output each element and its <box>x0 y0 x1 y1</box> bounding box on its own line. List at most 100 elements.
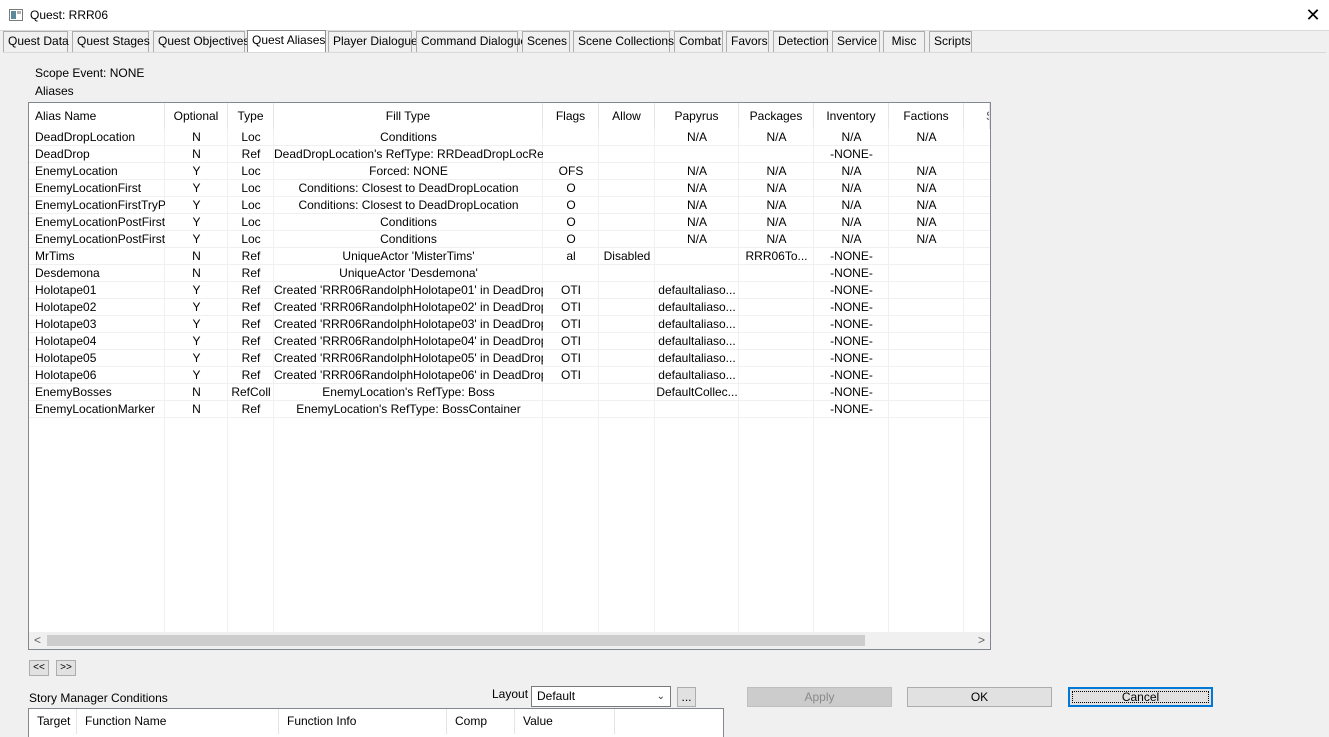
cell-papyrus <box>655 401 739 418</box>
cell-optional: Y <box>192 232 201 246</box>
cell-inventory: -NONE- <box>830 402 873 416</box>
scrollbar-thumb[interactable] <box>47 635 865 646</box>
previous-alias-button[interactable]: << <box>29 660 49 676</box>
col-header-flags[interactable]: Flags <box>543 103 599 129</box>
cell-factions <box>889 248 964 265</box>
table-row[interactable]: EnemyLocationPostFirst Y Loc Conditions O N/A… <box>29 214 990 231</box>
table-row[interactable]: Holotape01 Y Ref Created 'RRR06RandolphHolo… <box>29 282 990 299</box>
table-row[interactable]: EnemyLocationFirst Y Loc Conditions: Closes… <box>29 180 990 197</box>
table-row[interactable]: DeadDrop N Ref DeadDropLocation's RefType: … <box>29 146 990 163</box>
cell-type: Loc <box>241 181 261 195</box>
ok-button[interactable]: OK <box>907 687 1052 707</box>
tab-combat[interactable]: Combat <box>674 31 723 52</box>
cell-papyrus <box>655 248 739 265</box>
table-row[interactable]: Holotape04 Y Ref Created 'RRR06RandolphHolo… <box>29 333 990 350</box>
layout-browse-button[interactable]: ... <box>677 687 696 707</box>
cell-papyrus: N/A <box>686 232 707 246</box>
tab-misc[interactable]: Misc <box>883 31 925 52</box>
cell-factions <box>889 265 964 282</box>
cell-packages <box>739 401 814 418</box>
table-row[interactable]: MrTims N Ref UniqueActor 'MisterTims' al Disa… <box>29 248 990 265</box>
col-header-alias-name[interactable]: Alias Name <box>29 103 165 129</box>
cell-optional: Y <box>192 368 201 382</box>
cell-fill-type: Conditions: Closest to DeadDropLocation <box>298 181 519 195</box>
table-row[interactable]: EnemyBosses N RefColl EnemyLocation's RefTy… <box>29 384 990 401</box>
layout-select[interactable]: Default ⌄ <box>531 686 671 707</box>
cell-fill-type: Forced: NONE <box>369 164 448 178</box>
table-row[interactable]: EnemyLocationFirstTryP... Y Loc Conditions:… <box>29 197 990 214</box>
cancel-button[interactable]: Cancel <box>1068 687 1213 707</box>
cell-allow <box>599 367 655 384</box>
table-row[interactable]: EnemyLocationMarker N Ref EnemyLocation's R… <box>29 401 990 418</box>
cell-optional: Y <box>192 215 201 229</box>
cond-header-value[interactable]: Value <box>515 709 615 734</box>
close-button[interactable]: ✕ <box>1297 0 1329 31</box>
tab-scenes[interactable]: Scenes <box>522 31 570 52</box>
cell-packages <box>739 333 814 350</box>
window-title: Quest: RRR06 <box>30 8 109 22</box>
cell-flags <box>543 129 599 146</box>
table-row[interactable]: EnemyLocationPostFirst... Y Loc Conditions O… <box>29 231 990 248</box>
tab-detection[interactable]: Detection <box>773 31 829 52</box>
tab-service[interactable]: Service <box>832 31 880 52</box>
cell-inventory: -NONE- <box>830 317 873 331</box>
cell-alias-name: Holotape01 <box>35 283 97 297</box>
cell-flags: OTI <box>561 283 581 297</box>
scroll-left-arrow-icon[interactable]: < <box>29 632 46 649</box>
cell-type: Ref <box>241 334 261 348</box>
tab-favors[interactable]: Favors <box>726 31 769 52</box>
table-row[interactable]: Holotape03 Y Ref Created 'RRR06RandolphHolo… <box>29 316 990 333</box>
col-header-fill-type[interactable]: Fill Type <box>274 103 543 129</box>
aliases-label: Aliases <box>35 84 74 98</box>
col-header-allow[interactable]: Allow <box>599 103 655 129</box>
table-row[interactable]: Holotape02 Y Ref Created 'RRR06RandolphHolo… <box>29 299 990 316</box>
table-row[interactable]: DeadDropLocation N Loc Conditions N/A N/A N/A N… <box>29 129 990 146</box>
cell-alias-name: DeadDropLocation <box>35 130 136 144</box>
col-header-packages[interactable]: Packages <box>739 103 814 129</box>
table-row[interactable]: EnemyLocation Y Loc Forced: NONE OFS N/A N/A N/… <box>29 163 990 180</box>
scroll-right-arrow-icon[interactable]: > <box>973 632 990 649</box>
col-header-optional[interactable]: Optional <box>165 103 228 129</box>
col-header-factions[interactable]: Factions <box>889 103 964 129</box>
table-row[interactable]: Desdemona N Ref UniqueActor 'Desdemona' -NON… <box>29 265 990 282</box>
cell-flags: O <box>566 232 576 246</box>
apply-button[interactable]: Apply <box>747 687 892 707</box>
col-header-type[interactable]: Type <box>228 103 274 129</box>
cond-header-function-name[interactable]: Function Name <box>77 709 279 734</box>
tab-quest-objectives[interactable]: Quest Objectives <box>153 31 249 52</box>
horizontal-scrollbar[interactable]: < > <box>29 632 990 649</box>
cell-inventory: -NONE- <box>830 368 873 382</box>
cell-packages: N/A <box>766 232 787 246</box>
cell-factions: N/A <box>916 181 937 195</box>
tab-scripts[interactable]: Scripts <box>929 31 972 52</box>
cell-type: Ref <box>241 368 261 382</box>
cell-fill-type: EnemyLocation's RefType: BossContainer <box>296 402 521 416</box>
table-row[interactable]: Holotape05 Y Ref Created 'RRR06RandolphHolo… <box>29 350 990 367</box>
cell-alias-name: EnemyLocationFirst <box>35 181 142 195</box>
cond-header-comp[interactable]: Comp <box>447 709 515 734</box>
col-header-truncated[interactable]: S <box>964 103 990 129</box>
cell-type: Ref <box>241 147 261 161</box>
cell-allow <box>599 316 655 333</box>
cell-factions: N/A <box>916 130 937 144</box>
tab-quest-aliases[interactable]: Quest Aliases <box>247 30 326 53</box>
table-row[interactable]: Holotape06 Y Ref Created 'RRR06RandolphHolo… <box>29 367 990 384</box>
tab-quest-data[interactable]: Quest Data <box>3 31 69 52</box>
cell-type: Loc <box>241 198 261 212</box>
col-header-papyrus[interactable]: Papyrus <box>655 103 739 129</box>
cell-packages <box>739 367 814 384</box>
tab-command-dialogue[interactable]: Command Dialogue <box>416 31 527 52</box>
next-alias-button[interactable]: >> <box>56 660 76 676</box>
cond-header-target[interactable]: Target <box>29 709 77 734</box>
col-header-inventory[interactable]: Inventory <box>814 103 889 129</box>
cond-header-function-info[interactable]: Function Info <box>279 709 447 734</box>
cell-optional: Y <box>192 198 201 212</box>
tab-player-dialogue[interactable]: Player Dialogue <box>328 31 418 52</box>
cell-optional: N <box>192 249 201 263</box>
tab-quest-stages[interactable]: Quest Stages <box>72 31 150 52</box>
cell-alias-name: EnemyLocation <box>35 164 118 178</box>
cell-packages <box>739 146 814 163</box>
cell-type: Ref <box>241 317 261 331</box>
cell-factions <box>889 350 964 367</box>
tab-scene-collections[interactable]: Scene Collections <box>573 31 674 52</box>
